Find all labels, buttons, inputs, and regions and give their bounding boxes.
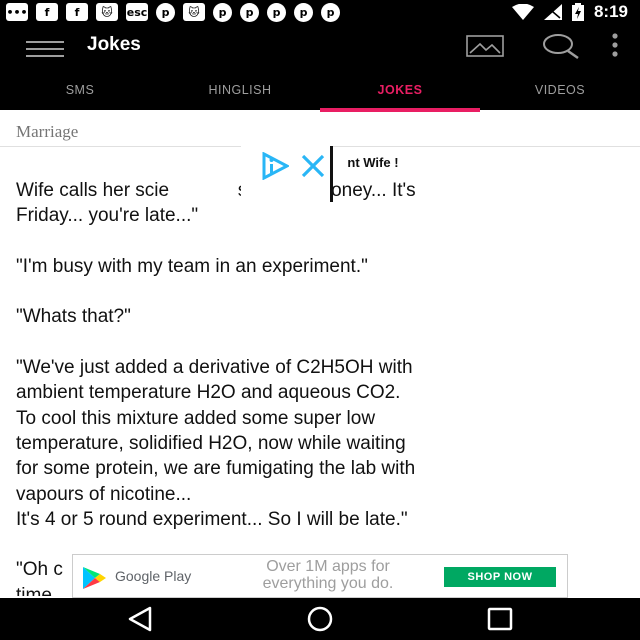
google-play-label: Google Play	[115, 568, 192, 584]
recent-apps-icon[interactable]	[470, 598, 530, 640]
battery-icon	[571, 3, 584, 21]
ad-tagline: Over 1M apps for everything you do.	[262, 558, 394, 592]
facebook-icon: f	[36, 3, 58, 21]
app-bar: Jokes SMS HINGLISH JOKES VIDEOS	[0, 24, 640, 112]
notification-icons: ••• f f 🐱 esc p 🐱 p p p p p	[6, 2, 340, 22]
shop-now-button[interactable]: SHOP NOW	[444, 567, 556, 587]
close-ad-icon[interactable]	[301, 154, 325, 178]
cat-icon: 🐱	[183, 3, 205, 21]
google-play-icon	[83, 567, 106, 589]
status-bar: ••• f f 🐱 esc p 🐱 p p p p p 8:19	[0, 0, 640, 24]
back-icon[interactable]	[110, 598, 170, 640]
image-icon[interactable]	[466, 32, 504, 58]
pinterest-icon: p	[156, 2, 175, 22]
tab-videos[interactable]: VIDEOS	[480, 80, 640, 110]
clock: 8:19	[593, 2, 628, 21]
pinterest-icon: p	[294, 2, 313, 22]
signal-icon	[543, 4, 562, 20]
tab-bar: SMS HINGLISH JOKES VIDEOS	[0, 80, 640, 112]
category-header: Marriage	[0, 118, 640, 147]
ad-overlay[interactable]	[241, 146, 333, 202]
joke-title-right: nt Wife !	[347, 155, 399, 170]
ad-divider	[330, 146, 333, 202]
tab-sms[interactable]: SMS	[0, 80, 160, 110]
pinterest-icon: p	[240, 2, 259, 22]
system-icons: 8:19	[511, 2, 628, 22]
google-play-banner-ad[interactable]: Google Play Over 1M apps for everything …	[72, 554, 568, 598]
ad-choices-icon[interactable]	[261, 152, 289, 180]
more-options-icon[interactable]	[611, 32, 619, 58]
pinterest-icon: p	[267, 2, 286, 22]
app-title: Jokes	[87, 34, 141, 55]
navigation-bar	[0, 598, 640, 640]
search-icon[interactable]	[542, 32, 580, 60]
tab-jokes[interactable]: JOKES	[320, 80, 480, 112]
esc-icon: esc	[126, 3, 148, 21]
wifi-icon	[511, 4, 534, 20]
pinterest-icon: p	[321, 2, 340, 22]
tab-hinglish[interactable]: HINGLISH	[160, 80, 320, 110]
pinterest-icon: p	[213, 2, 232, 22]
home-icon[interactable]	[290, 598, 350, 640]
category-label: Marriage	[16, 122, 79, 141]
cat-icon: 🐱	[96, 3, 118, 21]
joke-body: Wife calls her scie sband... "Honey... I…	[16, 180, 481, 596]
message-icon: •••	[6, 3, 28, 21]
facebook-icon: f	[66, 3, 88, 21]
hamburger-menu-icon[interactable]	[26, 36, 64, 58]
